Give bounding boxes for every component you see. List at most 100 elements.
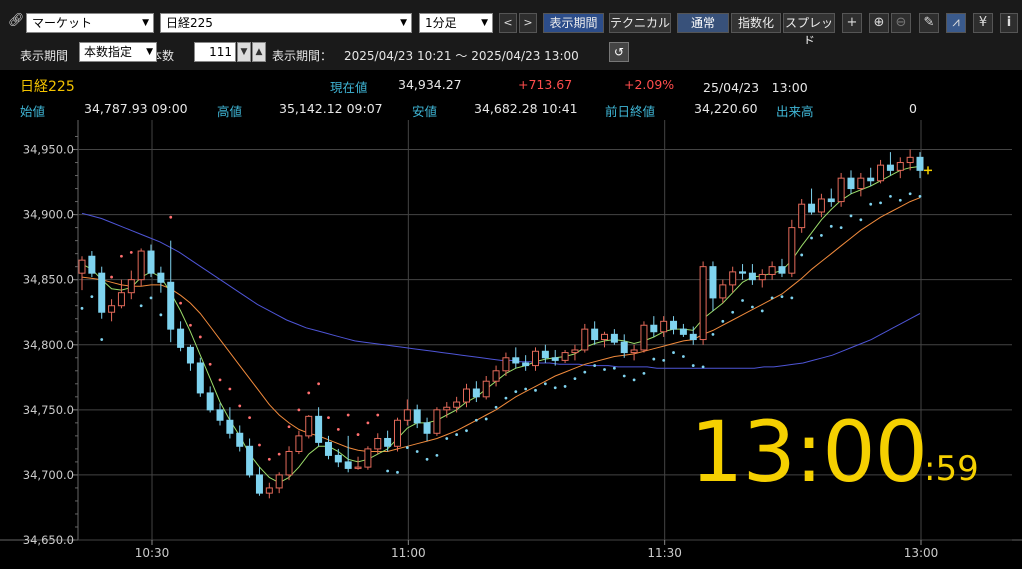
interval-select[interactable]: 1分足 ▼ xyxy=(419,13,493,33)
sar-dot xyxy=(287,425,291,429)
count-decrement-button[interactable]: ▼ xyxy=(237,42,251,62)
prev-button[interactable]: < xyxy=(499,13,517,33)
index-button[interactable]: 指数化 xyxy=(731,13,781,33)
candle-body xyxy=(601,333,609,341)
current-value: 34,934.27 xyxy=(398,77,462,92)
reset-button[interactable]: ↺ xyxy=(609,42,629,62)
candle-body xyxy=(867,177,875,182)
candle-body xyxy=(512,357,520,364)
normal-button[interactable]: 通常 xyxy=(677,13,729,33)
candlestick-chart[interactable]: 34,950.0 34,900.0 34,850.0 34,800.0 34,750.0… xyxy=(0,120,1022,569)
candle-body xyxy=(532,350,540,367)
low-label: 安値 xyxy=(412,104,438,119)
candle-body xyxy=(719,284,727,299)
candle-body xyxy=(206,392,214,411)
candle-body xyxy=(433,409,441,434)
high-value: 35,142.12 09:07 xyxy=(279,101,383,116)
candle-body xyxy=(364,448,372,468)
next-button[interactable]: > xyxy=(519,13,537,33)
sar-dot xyxy=(583,370,587,374)
candle-body xyxy=(186,346,194,364)
candle-body xyxy=(571,349,579,354)
sar-dot xyxy=(839,226,843,230)
candle-body xyxy=(551,357,559,361)
symbol-select-value: 日経225 xyxy=(166,16,213,30)
sar-dot xyxy=(593,364,597,367)
candle-body xyxy=(177,328,185,348)
candle-body xyxy=(98,272,106,313)
y-tick-label: 34,750.0 xyxy=(23,403,74,417)
link-icon[interactable]: 🔗︎ xyxy=(8,13,25,28)
sar-dot xyxy=(346,413,350,417)
sar-dot xyxy=(327,416,330,420)
candle-body xyxy=(739,271,747,274)
candle-body xyxy=(660,320,668,333)
sar-dot xyxy=(780,295,784,299)
sar-dot xyxy=(336,427,340,431)
crosshair-button[interactable]: + xyxy=(842,13,862,33)
candle-body xyxy=(305,415,313,437)
count-increment-button[interactable]: ▲ xyxy=(252,42,266,62)
sar-dot xyxy=(563,385,567,388)
sar-dot xyxy=(622,374,626,378)
market-select-value: マーケット xyxy=(32,16,93,30)
period-button[interactable]: 表示期間 xyxy=(543,13,604,33)
sar-dot xyxy=(356,433,360,436)
sar-dot xyxy=(139,304,143,308)
sar-dot xyxy=(553,386,557,390)
price-chart[interactable]: 34,950.0 34,900.0 34,850.0 34,800.0 34,750.0… xyxy=(0,120,1022,569)
candle-body xyxy=(443,406,451,411)
market-select[interactable]: マーケット ▼ xyxy=(26,13,154,33)
draw-button[interactable]: ✎ xyxy=(919,13,939,33)
candle-body xyxy=(315,415,323,443)
candle-body xyxy=(265,487,273,494)
sar-dot xyxy=(849,214,853,218)
symbol-select[interactable]: 日経225 ▼ xyxy=(160,13,412,33)
spread-button[interactable]: スプレッド xyxy=(783,13,835,48)
sar-dot xyxy=(681,355,685,358)
line-chart-icon: ⩘ xyxy=(952,15,960,30)
candle-body xyxy=(295,435,303,452)
candle-body xyxy=(896,162,904,171)
zoom-in-button[interactable]: ⊕ xyxy=(869,13,889,33)
candle-body xyxy=(108,305,116,313)
sar-dot xyxy=(711,332,715,336)
sar-dot xyxy=(297,408,301,412)
sar-dot xyxy=(820,234,823,237)
sar-dot xyxy=(474,418,478,422)
sar-dot xyxy=(208,362,212,366)
chart-type-button[interactable]: ⩘ xyxy=(946,13,966,33)
zoom-out-button[interactable]: ⊖ xyxy=(891,13,911,33)
currency-button[interactable]: ¥ xyxy=(973,13,993,33)
sar-dot xyxy=(159,313,163,317)
volume-value: 0 xyxy=(909,101,917,116)
range-value: 2025/04/23 10:21 ～ 2025/04/23 13:00 xyxy=(344,49,579,63)
candle-body xyxy=(502,357,510,372)
prev-close-label: 前日終値 xyxy=(605,104,656,119)
sar-dot xyxy=(238,404,242,408)
candle-body xyxy=(788,227,796,274)
open-value: 34,787.93 09:00 xyxy=(84,101,188,116)
sar-dot xyxy=(415,450,419,453)
candle-body xyxy=(226,419,234,434)
candle-body xyxy=(689,333,697,341)
chevron-down-icon: ▼ xyxy=(481,18,488,28)
sar-dot xyxy=(652,357,656,361)
info-button[interactable]: i xyxy=(1000,13,1018,33)
candle-body xyxy=(679,328,687,335)
period-mode-select[interactable]: 本数指定 ▼ xyxy=(79,42,157,62)
volume-label: 出来高 xyxy=(776,104,814,119)
sar-dot xyxy=(573,377,577,381)
sar-dot xyxy=(731,310,735,314)
candle-body xyxy=(157,272,165,283)
sar-dot xyxy=(908,192,912,196)
candle-body xyxy=(492,370,500,382)
count-input[interactable]: 111 xyxy=(194,42,236,62)
y-tick-label: 34,700.0 xyxy=(23,468,74,482)
sar-dot xyxy=(248,416,252,420)
sar-dot xyxy=(465,429,468,433)
triangle-down-icon: ▼ xyxy=(240,47,248,57)
technical-button[interactable]: テクニカル xyxy=(609,13,671,33)
candle-body xyxy=(650,324,658,333)
candle-body xyxy=(670,320,678,330)
